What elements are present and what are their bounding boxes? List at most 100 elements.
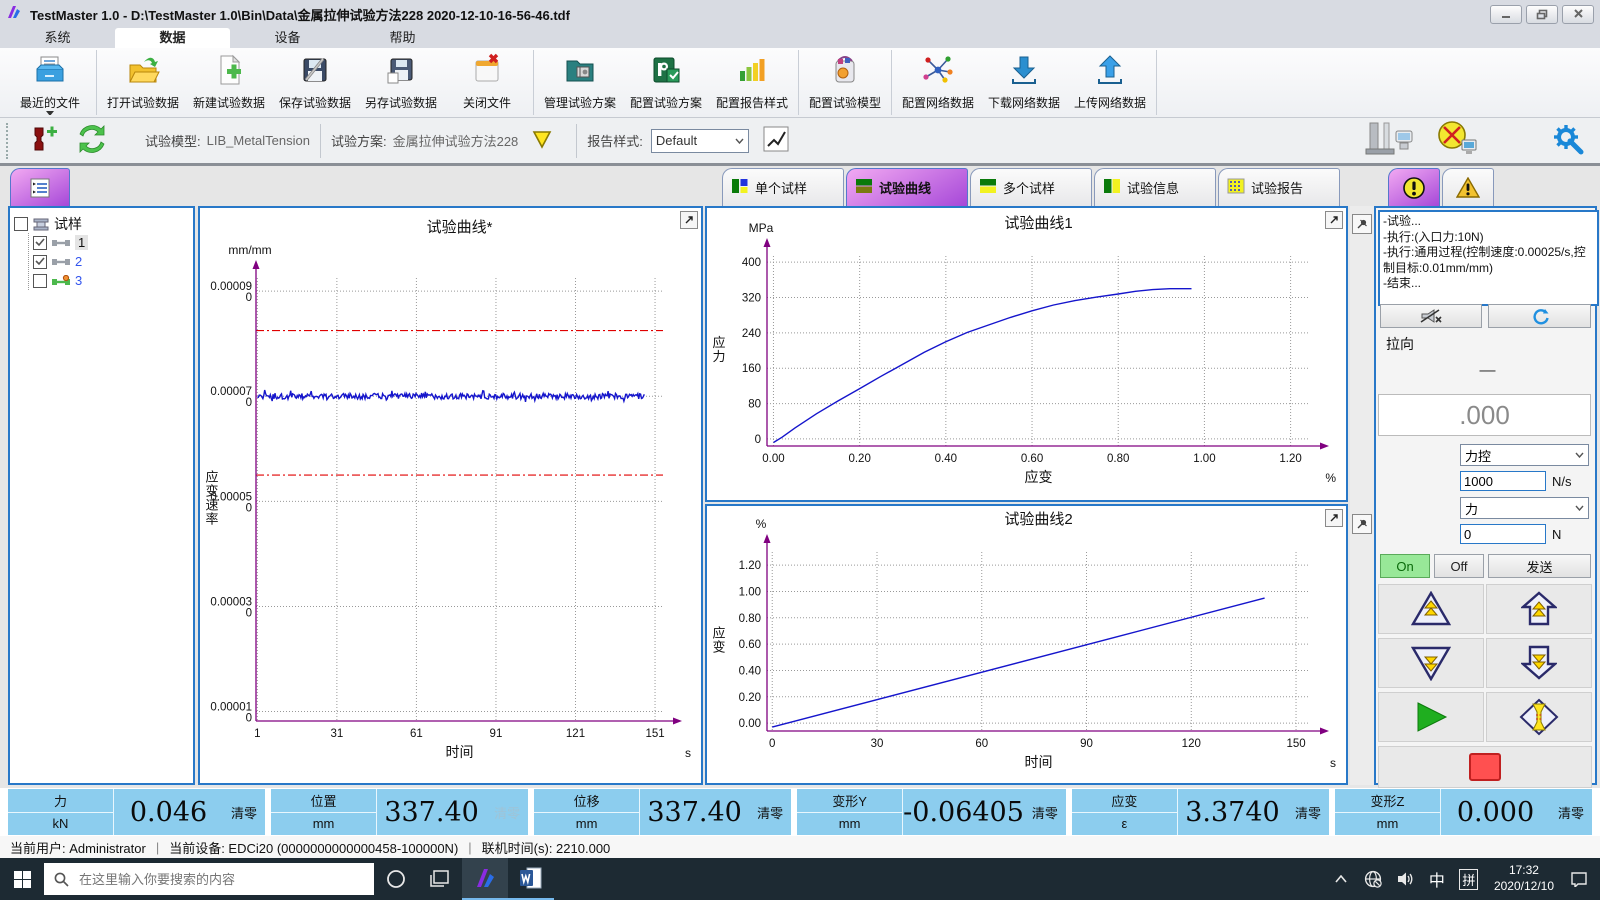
- svg-text:0.60: 0.60: [739, 639, 761, 651]
- svg-text:应变: 应变: [1025, 469, 1053, 485]
- new-specimen-button[interactable]: [27, 124, 61, 157]
- menu-help[interactable]: 帮助: [345, 28, 460, 48]
- cortana-button[interactable]: [374, 858, 418, 900]
- new-data-button[interactable]: 新建试验数据: [186, 50, 272, 115]
- ime-mode-indicator[interactable]: 拼: [1454, 858, 1484, 900]
- tab-single-specimen[interactable]: 单个试样: [722, 168, 844, 206]
- specimen-item-2[interactable]: 2: [33, 252, 189, 271]
- reconnect-button[interactable]: [1488, 304, 1591, 328]
- chart-popout-button[interactable]: [680, 211, 698, 229]
- tab-warnings[interactable]: [1442, 168, 1494, 206]
- report-style-select[interactable]: Default: [651, 129, 749, 153]
- pin-button[interactable]: [1352, 214, 1372, 234]
- save-as-data-button[interactable]: 另存试验数据: [358, 50, 444, 115]
- curve-preview-button[interactable]: [763, 124, 789, 157]
- restore-button[interactable]: [1526, 5, 1558, 24]
- root-checkbox[interactable]: [14, 217, 28, 231]
- target-quantity-select[interactable]: 力: [1460, 497, 1589, 519]
- settings-button[interactable]: [1552, 123, 1584, 158]
- tab-specimen-list[interactable]: [10, 168, 70, 206]
- specimen-item-3[interactable]: 3: [33, 271, 189, 290]
- fast-down-button[interactable]: [1378, 638, 1484, 688]
- taskbar-app-word[interactable]: [508, 858, 554, 900]
- manage-plan-button[interactable]: 管理试验方案: [537, 50, 623, 115]
- rate-input[interactable]: [1460, 471, 1546, 491]
- start-test-button[interactable]: [1378, 692, 1484, 742]
- menu-system[interactable]: 系统: [0, 28, 115, 48]
- notification-center-button[interactable]: [1564, 858, 1594, 900]
- minimize-button[interactable]: [1490, 5, 1522, 24]
- specimen-3-checkbox[interactable]: [33, 274, 47, 288]
- specimen-protect-button[interactable]: [1486, 692, 1592, 742]
- volume-icon[interactable]: [1390, 858, 1420, 900]
- chart-popout-button[interactable]: [1325, 509, 1343, 527]
- strain-rate-chart[interactable]: 13161911211510.0000100.0000300.0000500.0…: [200, 208, 699, 781]
- tree-root[interactable]: 试样: [14, 214, 189, 233]
- menu-data[interactable]: 数据: [115, 28, 230, 48]
- measure-position: 位置mm 337.40 清零: [271, 789, 528, 835]
- down-button[interactable]: [1486, 638, 1592, 688]
- menu-device[interactable]: 设备: [230, 28, 345, 48]
- control-mode-select[interactable]: 力控: [1460, 444, 1589, 466]
- close-file-button[interactable]: 关闭文件: [444, 50, 530, 115]
- chart-popout-button[interactable]: [1325, 211, 1343, 229]
- save-data-button[interactable]: 保存试验数据: [272, 50, 358, 115]
- measure-value: 337.40: [640, 789, 749, 835]
- pin-icon: [1356, 218, 1368, 230]
- stop-button[interactable]: [1378, 746, 1592, 788]
- clear-displacement-button[interactable]: 清零: [749, 789, 791, 835]
- control-mode-value: 力控: [1465, 446, 1491, 465]
- config-report-button[interactable]: 配置报告样式: [709, 50, 795, 115]
- swirl-icon: [1531, 307, 1549, 325]
- stress-strain-chart[interactable]: 0.000.200.400.600.801.001.20080160240320…: [707, 208, 1344, 498]
- connection-status-icon[interactable]: [1430, 120, 1482, 161]
- config-network-button[interactable]: 配置网络数据: [895, 50, 981, 115]
- refresh-button[interactable]: [77, 124, 107, 157]
- upload-network-button[interactable]: 上传网络数据: [1067, 50, 1153, 115]
- clear-deform-y-button[interactable]: 清零: [1024, 789, 1066, 835]
- taskbar-search[interactable]: [44, 863, 374, 895]
- download-network-button[interactable]: 下载网络数据: [981, 50, 1067, 115]
- search-input[interactable]: [77, 871, 331, 888]
- strain-time-chart[interactable]: 03060901201500.000.200.400.600.801.001.2…: [707, 506, 1344, 781]
- specimen-1-checkbox[interactable]: [33, 236, 47, 250]
- fast-up-button[interactable]: [1378, 584, 1484, 634]
- tray-chevron-icon[interactable]: [1326, 858, 1356, 900]
- current-device: 当前设备: EDCi20 (0000000000000458-100000N): [169, 838, 458, 857]
- send-button[interactable]: 发送: [1488, 554, 1591, 578]
- specimen-icon: [51, 238, 71, 248]
- up-button[interactable]: [1486, 584, 1592, 634]
- target-input[interactable]: [1460, 524, 1546, 544]
- config-model-button[interactable]: 配置试验模型: [802, 50, 888, 115]
- plan-dropdown-button[interactable]: [532, 129, 552, 152]
- clear-strain-button[interactable]: 清零: [1287, 789, 1329, 835]
- tab-multi-specimen[interactable]: 多个试样: [970, 168, 1092, 206]
- tab-test-log[interactable]: [1388, 168, 1440, 206]
- start-button[interactable]: [0, 858, 44, 900]
- network-globe-icon[interactable]: [1358, 858, 1388, 900]
- recent-files-button[interactable]: 最近的文件: [7, 50, 93, 115]
- ime-language-indicator[interactable]: 中: [1422, 858, 1452, 900]
- task-view-button[interactable]: [418, 858, 462, 900]
- specimen-2-checkbox[interactable]: [33, 255, 47, 269]
- tab-test-report[interactable]: 试验报告: [1218, 168, 1340, 206]
- clear-position-button[interactable]: 清零: [486, 789, 528, 835]
- clear-force-button[interactable]: 清零: [223, 789, 265, 835]
- config-plan-button[interactable]: 配置试验方案: [623, 50, 709, 115]
- off-button[interactable]: Off: [1434, 554, 1484, 578]
- close-button[interactable]: [1562, 5, 1594, 24]
- taskbar-app-testmaster[interactable]: [462, 858, 508, 900]
- svg-text:力: 力: [712, 349, 725, 364]
- clear-deform-z-button[interactable]: 清零: [1550, 789, 1592, 835]
- taskbar: 中 拼 17:32 2020/12/10: [0, 858, 1600, 900]
- pin-button[interactable]: [1352, 514, 1372, 534]
- open-data-button[interactable]: 打开试验数据: [100, 50, 186, 115]
- specimen-item-1[interactable]: 1: [33, 233, 189, 252]
- measure-value: 0.046: [114, 789, 223, 835]
- mute-alarm-button[interactable]: [1380, 304, 1482, 328]
- on-button[interactable]: On: [1380, 554, 1430, 578]
- tab-test-curve[interactable]: 试验曲线: [846, 168, 968, 206]
- taskbar-clock[interactable]: 17:32 2020/12/10: [1486, 863, 1562, 894]
- tab-test-info[interactable]: 试验信息: [1094, 168, 1216, 206]
- menu-bar: 系统 数据 设备 帮助: [0, 28, 1600, 48]
